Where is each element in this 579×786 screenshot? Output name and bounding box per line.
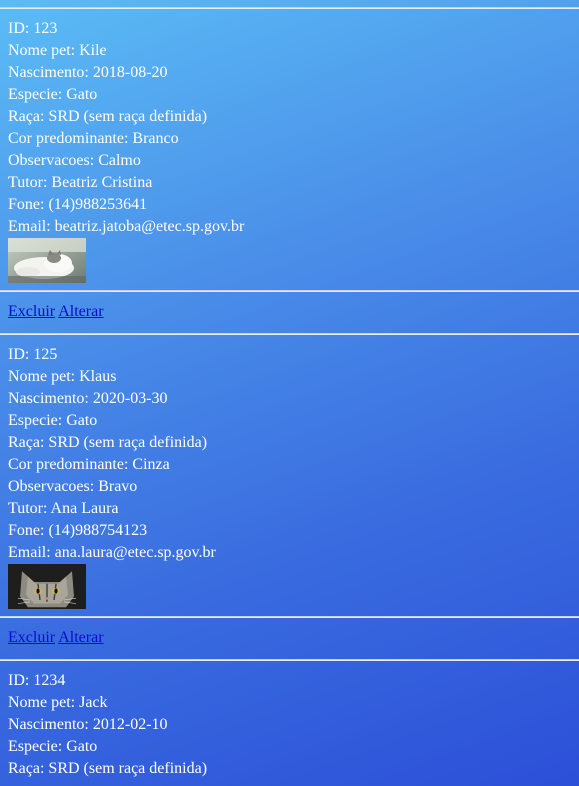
pet-notes: Observacoes: Calmo [8,152,141,169]
pet-record: ID: 125 Nome pet: Klaus Nascimento: 2020… [8,335,579,609]
pet-species: Especie: Gato [8,412,98,429]
edit-link[interactable]: Alterar [58,629,103,646]
pet-breed: Raça: SRD (sem raça definida) [8,760,208,777]
pet-id: ID: 1234 [8,672,66,689]
pet-phone: Fone: (14)988754123 [8,522,148,539]
delete-link[interactable]: Excluir [8,629,55,646]
pet-record: ID: 1234 Nome pet: Jack Nascimento: 2012… [8,661,579,780]
pet-email: Email: ana.laura@etec.sp.gov.br [8,544,216,561]
pet-email: Email: beatriz.jatoba@etec.sp.gov.br [8,218,245,235]
edit-link[interactable]: Alterar [58,303,103,320]
pet-tutor: Tutor: Beatriz Cristina [8,174,153,191]
cat-photo-lying [8,238,86,283]
pet-species: Especie: Gato [8,738,98,755]
pet-notes: Observacoes: Bravo [8,478,138,495]
pet-tutor: Tutor: Ana Laura [8,500,119,517]
pet-record: ID: 123 Nome pet: Kile Nascimento: 2018-… [8,9,579,283]
pet-id: ID: 125 [8,346,58,363]
pet-id: ID: 123 [8,20,58,37]
pet-color: Cor predominante: Branco [8,130,179,147]
pet-name: Nome pet: Klaus [8,368,117,385]
delete-link[interactable]: Excluir [8,303,55,320]
record-actions: Excluir Alterar [8,618,579,659]
pet-birthdate: Nascimento: 2012-02-10 [8,716,168,733]
pet-birthdate: Nascimento: 2018-08-20 [8,64,168,81]
pet-breed: Raça: SRD (sem raça definida) [8,108,208,125]
record-actions: Excluir Alterar [8,292,579,333]
pet-color: Cor predominante: Cinza [8,456,170,473]
pet-species: Especie: Gato [8,86,98,103]
cat-photo-face [8,564,86,609]
pet-birthdate: Nascimento: 2020-03-30 [8,390,168,407]
pet-list: ID: 123 Nome pet: Kile Nascimento: 2018-… [0,7,579,780]
pet-breed: Raça: SRD (sem raça definida) [8,434,208,451]
pet-name: Nome pet: Jack [8,694,108,711]
pet-phone: Fone: (14)988253641 [8,196,148,213]
pet-name: Nome pet: Kile [8,42,107,59]
